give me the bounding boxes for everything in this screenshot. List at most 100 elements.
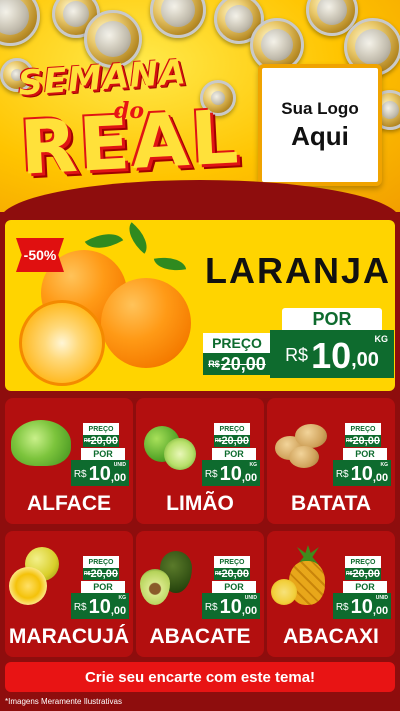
price-integer: 10 xyxy=(350,463,373,485)
old-price-label: PREÇO xyxy=(203,333,271,353)
old-price-value: 20,00 xyxy=(221,568,249,580)
price-decimal: ,00 xyxy=(110,472,127,484)
product-card-alface[interactable]: PREÇO R$ 20,00 POR R$ 10,00 UNID ALFACE xyxy=(5,398,133,524)
product-card-limao[interactable]: PREÇO R$ 20,00 POR R$ 10,00 KG LIMÃO xyxy=(136,398,264,524)
product-name: ALFACE xyxy=(27,492,111,515)
product-card-abacate[interactable]: PREÇO R$ 20,00 POR R$ 10,00 UNID ABACATE xyxy=(136,531,264,657)
featured-product-name: LARANJA xyxy=(205,250,392,291)
price-decimal: ,00 xyxy=(241,605,258,617)
old-price-value: 20,00 xyxy=(221,435,249,447)
header-banner: SEMANA REAL do Sua Logo Aqui xyxy=(0,0,400,212)
create-flyer-button[interactable]: Crie seu encarte com este tema! xyxy=(5,662,395,692)
price-currency: R$ xyxy=(73,469,87,480)
price-unit: KG xyxy=(118,595,127,601)
old-price: R$ 20,00 xyxy=(345,435,381,447)
new-price: R$ 10,00 UNID xyxy=(333,593,391,619)
price-unit: UNID xyxy=(113,462,126,468)
old-price-value: 20,00 xyxy=(90,568,118,580)
coin-image xyxy=(150,0,206,38)
product-name: MARACUJÁ xyxy=(8,625,130,648)
new-price-label: POR xyxy=(81,581,125,593)
product-name: ABACATE xyxy=(149,625,251,648)
orange-fruit-image xyxy=(101,278,191,368)
old-price-value: 20,00 xyxy=(220,353,266,374)
logo-placeholder[interactable]: Sua Logo Aqui xyxy=(258,64,382,186)
leaf-image xyxy=(121,222,155,254)
new-price-label: POR xyxy=(282,308,382,330)
old-price-label: PREÇO xyxy=(214,423,250,435)
lime-half-image xyxy=(164,438,196,470)
old-price: R$ 20,00 xyxy=(345,568,381,580)
old-price-value: 20,00 xyxy=(90,435,118,447)
price-unit: UNID xyxy=(244,595,257,601)
product-name: LIMÃO xyxy=(166,492,234,515)
passion-fruit-half-image xyxy=(9,567,47,605)
new-price: R$ 10,00 UNID xyxy=(202,593,260,619)
price-decimal: ,00 xyxy=(241,472,258,484)
price-decimal: ,00 xyxy=(351,349,379,371)
new-price: R$ 10,00 UNID xyxy=(71,460,129,486)
old-price-label: PREÇO xyxy=(345,556,381,568)
price-decimal: ,00 xyxy=(372,605,389,617)
old-price: R$ 20,00 xyxy=(83,435,119,447)
price-currency: R$ xyxy=(335,469,349,480)
price-currency: R$ xyxy=(285,345,309,365)
new-price-label: POR xyxy=(81,448,125,460)
new-price: R$ 10 ,00 KG xyxy=(270,330,394,378)
new-price-label: POR xyxy=(212,448,256,460)
logo-line-2: Aqui xyxy=(291,120,349,151)
price-integer: 10 xyxy=(219,596,242,618)
title-connector: do xyxy=(114,98,145,124)
price-unit: UNID xyxy=(375,595,388,601)
old-price-label: PREÇO xyxy=(83,423,119,435)
product-name: BATATA xyxy=(290,492,372,515)
price-integer: 10 xyxy=(350,596,373,618)
potato-image xyxy=(295,424,327,448)
coin-image xyxy=(0,0,40,46)
price-currency: R$ xyxy=(335,602,349,613)
old-price-label: PREÇO xyxy=(214,556,250,568)
product-name: ABACAXI xyxy=(283,625,379,648)
price-integer: 10 xyxy=(88,596,111,618)
orange-half-image xyxy=(19,300,105,386)
product-card-batata[interactable]: PREÇO R$ 20,00 POR R$ 10,00 KG BATATA xyxy=(267,398,395,524)
new-price-label: POR xyxy=(343,448,387,460)
new-price: R$ 10,00 KG xyxy=(202,460,260,486)
old-price: R$ 20,00 xyxy=(214,568,250,580)
product-card-abacaxi[interactable]: PREÇO R$ 20,00 POR R$ 10,00 UNID ABACAXI xyxy=(267,531,395,657)
leaf-image xyxy=(153,253,187,275)
price-unit: KG xyxy=(249,462,258,468)
old-price-label: PREÇO xyxy=(83,556,119,568)
new-price: R$ 10,00 KG xyxy=(333,460,391,486)
old-price-currency: R$ xyxy=(208,359,220,369)
pineapple-slice-image xyxy=(271,579,297,605)
old-price: R$ 20,00 xyxy=(83,568,119,580)
new-price-label: POR xyxy=(343,581,387,593)
price-integer: 10 xyxy=(311,335,352,376)
old-price: R$ 20,00 xyxy=(214,435,250,447)
discount-badge: -50% xyxy=(16,238,64,272)
new-price-label: POR xyxy=(212,581,256,593)
price-integer: 10 xyxy=(88,463,111,485)
price-currency: R$ xyxy=(204,469,218,480)
campaign-title: SEMANA REAL do xyxy=(14,52,244,192)
lettuce-image xyxy=(11,420,71,466)
price-integer: 10 xyxy=(219,463,242,485)
new-price: R$ 10,00 KG xyxy=(71,593,129,619)
potato-image xyxy=(289,446,319,468)
price-decimal: ,00 xyxy=(110,605,127,617)
price-decimal: ,00 xyxy=(372,472,389,484)
avocado-half-image xyxy=(140,569,170,605)
product-card-maracuja[interactable]: PREÇO R$ 20,00 POR R$ 10,00 KG MARACUJÁ xyxy=(5,531,133,657)
old-price-value: 20,00 xyxy=(352,435,380,447)
price-currency: R$ xyxy=(73,602,87,613)
disclaimer-footnote: *Imagens Meramente Ilustrativas xyxy=(5,697,122,706)
old-price-label: PREÇO xyxy=(345,423,381,435)
title-line-semana: SEMANA xyxy=(16,52,188,104)
price-unit: KG xyxy=(374,334,389,344)
old-price-value: 20,00 xyxy=(352,568,380,580)
price-currency: R$ xyxy=(204,602,218,613)
logo-line-1: Sua Logo xyxy=(281,98,359,118)
featured-product-card[interactable]: -50% LARANJA PREÇO R$ 20,00 POR R$ 10 ,0… xyxy=(5,220,395,391)
old-price: R$ 20,00 xyxy=(203,353,271,375)
